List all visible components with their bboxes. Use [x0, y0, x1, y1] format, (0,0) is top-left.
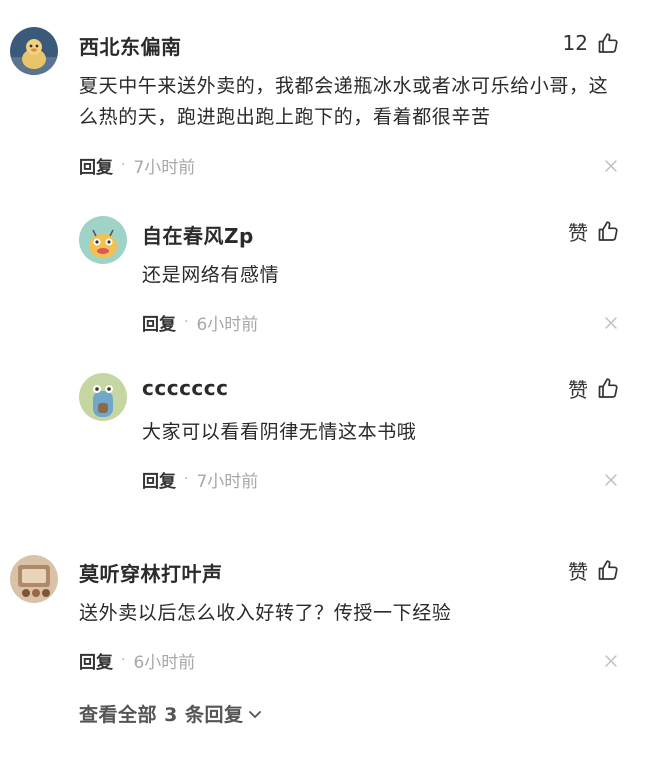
avatar[interactable]	[79, 216, 127, 264]
reply-button[interactable]: 回复	[79, 648, 113, 673]
reply-button[interactable]: 回复	[79, 153, 113, 178]
like-button[interactable]: 赞	[568, 555, 620, 585]
separator-dot: ·	[121, 652, 126, 668]
comment-meta: 回复 · 6小时前	[142, 310, 259, 335]
separator-dot: ·	[184, 314, 189, 330]
timestamp: 7小时前	[133, 157, 196, 178]
view-all-replies-button[interactable]: 查看全部 3 条回复	[79, 700, 263, 727]
reply-item: ccccccc 赞 大家可以看看阴律无情这本书哦 回复 · 7小时前	[0, 357, 650, 507]
thumbs-up-icon	[596, 558, 620, 582]
username[interactable]: 西北东偏南	[79, 31, 182, 60]
comment-item: 莫听穿林打叶声 赞 送外卖以后怎么收入好转了？传授一下经验 回复 · 6小时前	[0, 540, 650, 680]
reply-text: 还是网络有感情	[142, 264, 280, 286]
comment-meta: 回复 · 7小时前	[142, 467, 259, 492]
close-icon[interactable]	[604, 654, 618, 668]
avatar[interactable]	[79, 373, 127, 421]
comment-text: 夏天中午来送外卖的，我都会递瓶冰水或者冰可乐给小哥，这么热的天，跑进跑出跑上跑下…	[79, 75, 609, 128]
username[interactable]: 自在春风Zp	[142, 220, 254, 249]
close-icon[interactable]	[604, 473, 618, 487]
reply-button[interactable]: 回复	[142, 467, 176, 492]
reply-button[interactable]: 回复	[142, 310, 176, 335]
like-count: 12	[562, 31, 588, 55]
comment-text: 送外卖以后怎么收入好转了？传授一下经验	[79, 602, 452, 624]
reply-text: 大家可以看看阴律无情这本书哦	[142, 421, 417, 443]
like-button[interactable]: 12	[563, 28, 620, 58]
like-button[interactable]: 赞	[568, 216, 620, 246]
timestamp: 6小时前	[133, 652, 196, 673]
separator-dot: ·	[184, 471, 189, 487]
close-icon[interactable]	[604, 316, 618, 330]
separator-dot: ·	[121, 157, 126, 173]
thumbs-up-icon	[596, 376, 620, 400]
like-label: 赞	[568, 377, 588, 402]
reply-item: 自在春风Zp 赞 还是网络有感情 回复 · 6小时前	[0, 200, 650, 350]
timestamp: 6小时前	[196, 314, 259, 335]
comment-meta: 回复 · 6小时前	[79, 648, 196, 673]
close-icon[interactable]	[604, 159, 618, 173]
avatar[interactable]	[10, 555, 58, 603]
chevron-down-icon	[249, 710, 262, 718]
avatar[interactable]	[10, 27, 58, 75]
like-label: 赞	[568, 559, 588, 584]
like-label: 赞	[568, 220, 588, 245]
like-button[interactable]: 赞	[568, 373, 620, 403]
timestamp: 7小时前	[196, 471, 259, 492]
thumbs-up-icon	[596, 219, 620, 243]
comment-item: 西北东偏南 12 夏天中午来送外卖的，我都会递瓶冰水或者冰可乐给小哥，这么热的天…	[0, 0, 650, 200]
view-all-replies-label: 查看全部 3 条回复	[79, 704, 244, 726]
thumbs-up-icon	[596, 31, 620, 55]
comment-meta: 回复 · 7小时前	[79, 153, 196, 178]
username[interactable]: ccccccc	[142, 376, 229, 400]
username[interactable]: 莫听穿林打叶声	[79, 558, 223, 587]
